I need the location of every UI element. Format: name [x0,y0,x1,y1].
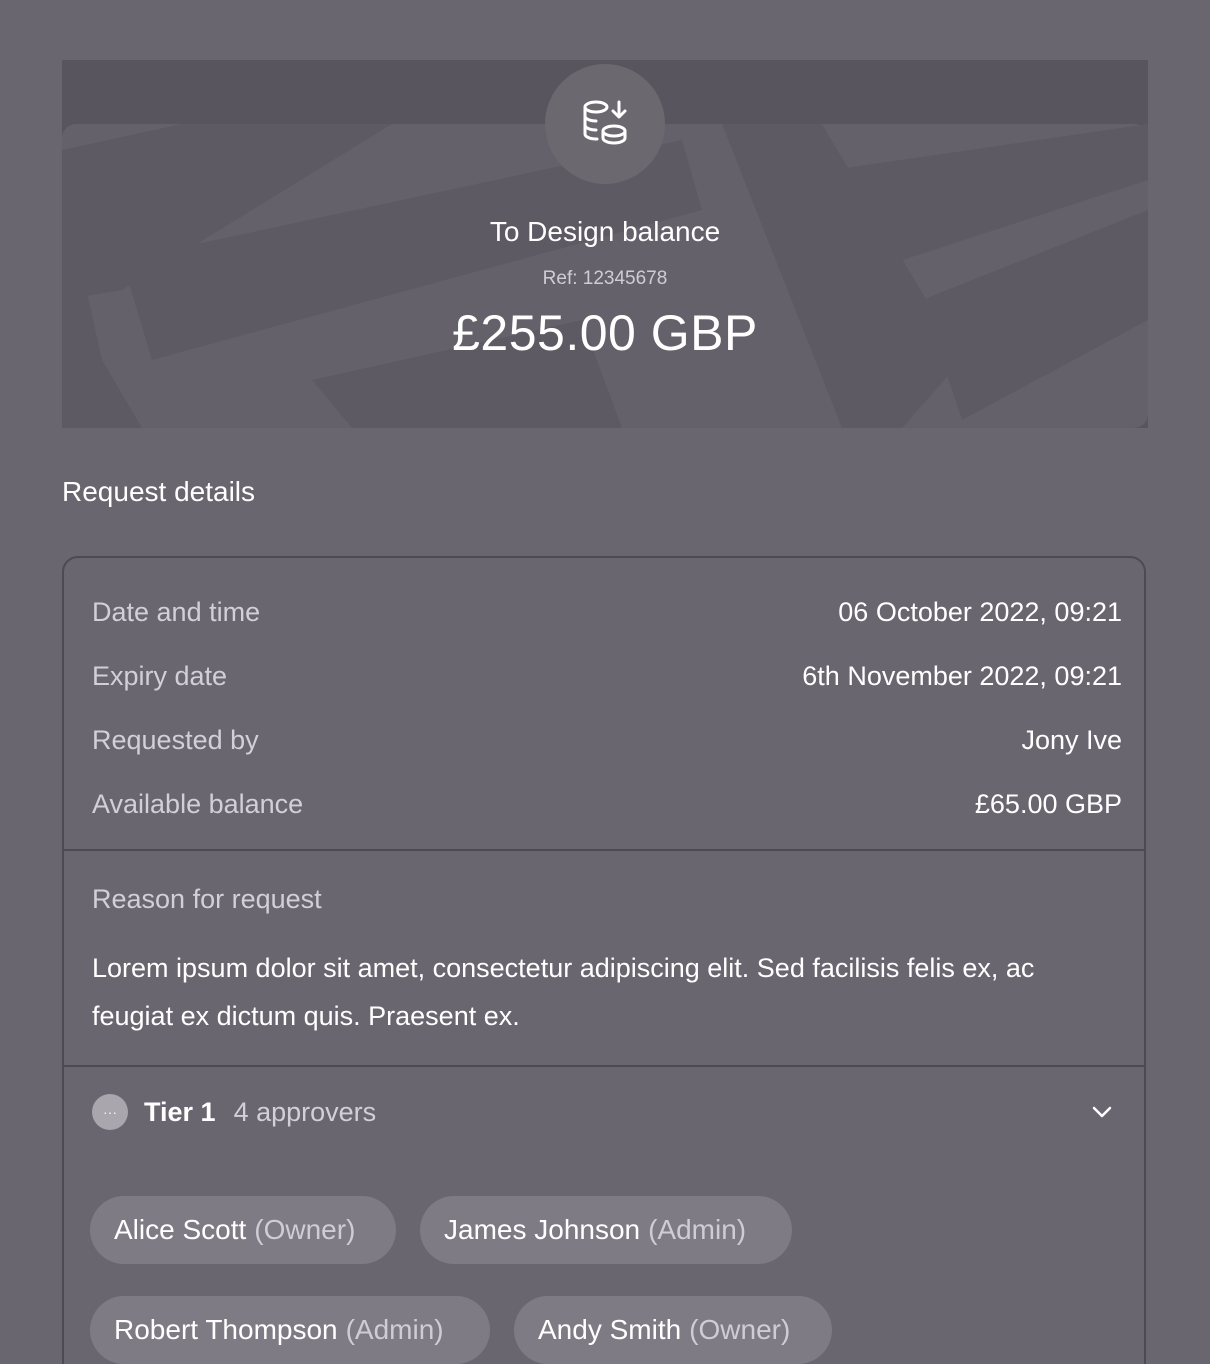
request-details-card: Date and time 06 October 2022, 09:21 Exp… [62,556,1146,1364]
approver-name: Alice Scott [114,1214,247,1245]
approver-name: Robert Thompson [114,1314,338,1345]
hero-banner: To Design balance Ref: 12345678 £255.00 … [62,60,1148,428]
approver-name: Andy Smith [538,1314,682,1345]
detail-row-available-balance: Available balance £65.00 GBP [92,784,1122,824]
detail-label: Expiry date [92,660,228,691]
approver-role: (Owner) [689,1314,791,1345]
detail-value: Jony Ive [1021,724,1122,755]
approver-role: (Admin) [345,1314,444,1345]
section-title: Request details [62,476,256,507]
detail-value: 6th November 2022, 09:21 [802,660,1122,691]
hero-icon-circle [545,64,665,184]
detail-label: Available balance [92,788,304,819]
approver-role: (Admin) [648,1214,747,1245]
detail-row-date-time: Date and time 06 October 2022, 09:21 [92,592,1122,632]
reason-label: Reason for request [92,884,322,914]
approver-chip: Robert Thompson (Admin) [90,1296,490,1364]
tier-approver-count: 4 approvers [233,1096,377,1127]
hero-title: To Design balance [489,216,721,247]
approver-role: (Owner) [254,1214,356,1245]
hero-reference: Ref: 12345678 [542,268,668,289]
approver-chip: Andy Smith (Owner) [514,1296,832,1364]
tier-header[interactable]: ··· Tier 1 4 approvers [92,1090,1122,1134]
approver-chip: Alice Scott (Owner) [90,1196,396,1264]
reason-text: Lorem ipsum dolor sit amet, consectetur … [92,953,1035,1031]
detail-value: 06 October 2022, 09:21 [838,596,1122,627]
details-list: Date and time 06 October 2022, 09:21 Exp… [64,558,1144,850]
page: To Design balance Ref: 12345678 £255.00 … [0,0,1210,1364]
coins-deposit-icon [583,100,627,145]
approver-chip: James Johnson (Admin) [420,1196,792,1264]
detail-label: Date and time [92,596,261,627]
divider [64,1065,1144,1067]
divider [64,849,1144,851]
tier-status-icon: ··· [92,1094,128,1130]
approver-name: James Johnson [444,1214,641,1245]
tier-name: Tier 1 [144,1096,216,1127]
detail-label: Requested by [92,724,259,755]
hero-amount: £255.00 GBP [452,305,758,361]
detail-row-expiry-date: Expiry date 6th November 2022, 09:21 [92,656,1122,696]
detail-row-requested-by: Requested by Jony Ive [92,720,1122,760]
chevron-down-icon[interactable] [1090,1100,1114,1124]
detail-value: £65.00 GBP [974,788,1122,819]
